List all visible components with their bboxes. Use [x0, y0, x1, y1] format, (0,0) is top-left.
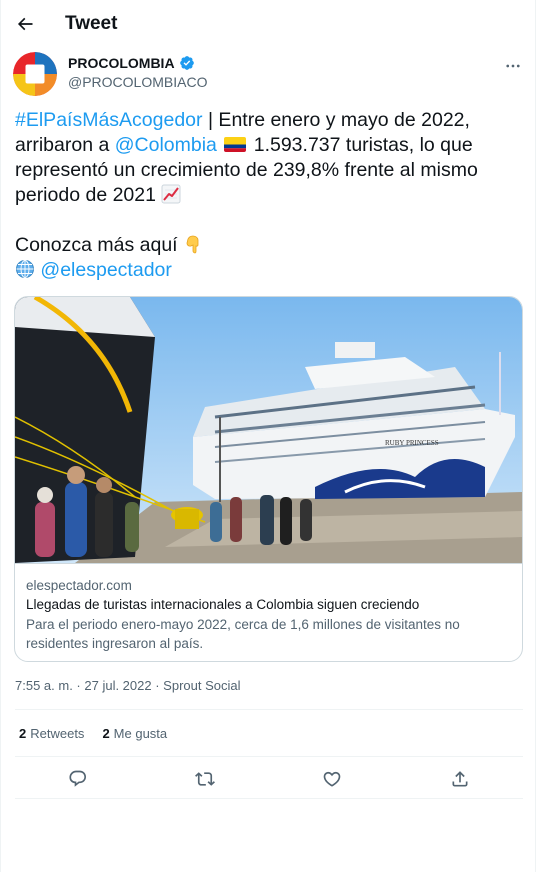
tweet-text-part: Conozca más aquí	[15, 234, 184, 256]
tweet-time[interactable]: 7:55 a. m.	[15, 678, 73, 693]
colombia-flag-icon	[224, 137, 247, 152]
elespectador-link[interactable]: @elespectador	[40, 259, 171, 281]
card-body: elespectador.com Llegadas de turistas in…	[15, 563, 522, 661]
action-bar	[15, 762, 523, 796]
card-domain: elespectador.com	[26, 578, 132, 593]
mention-link[interactable]: @Colombia	[115, 134, 217, 156]
author-name-row: PROCOLOMBIA	[68, 55, 195, 71]
retweets-stat[interactable]: 2 Retweets	[19, 726, 84, 741]
pointing-down-icon	[186, 235, 199, 254]
divider	[15, 709, 523, 710]
reply-icon	[69, 770, 87, 787]
share-icon	[452, 771, 468, 787]
share-button[interactable]	[448, 767, 472, 791]
meta-separator: ·	[151, 678, 164, 693]
more-button[interactable]	[503, 56, 523, 76]
likes-count: 2	[102, 726, 110, 741]
tweet-page: Tweet PROCOLOMBIA @PROCOLOMBIACO #ElPaís…	[0, 0, 536, 872]
verified-badge-icon	[179, 56, 194, 70]
author-name[interactable]: PROCOLOMBIA	[68, 55, 175, 71]
meta-separator: ·	[72, 678, 85, 693]
ship-name: RUBY PRINCESS	[385, 439, 439, 447]
heart-icon	[323, 771, 341, 787]
reply-button[interactable]	[66, 767, 90, 791]
tweet-metadata: 7:55 a. m. · 27 jul. 2022 · Sprout Socia…	[15, 678, 241, 693]
card-image: RUBY PRINCESS	[15, 297, 522, 563]
page-title: Tweet	[65, 13, 118, 34]
retweet-button[interactable]	[193, 767, 217, 791]
author-handle[interactable]: @PROCOLOMBIACO	[68, 74, 207, 90]
likes-label: Me gusta	[113, 726, 168, 741]
like-button[interactable]	[320, 767, 344, 791]
retweets-label: Retweets	[30, 726, 85, 741]
hashtag-link[interactable]: #ElPaísMásAcogedor	[15, 109, 203, 131]
divider	[15, 756, 523, 757]
tweet-text: #ElPaísMásAcogedor | Entre enero y mayo …	[15, 108, 523, 283]
avatar[interactable]	[13, 52, 57, 96]
arrow-left-icon	[17, 17, 33, 31]
back-button[interactable]	[13, 12, 37, 36]
tweet-stats: 2 Retweets 2 Me gusta	[19, 726, 167, 741]
chart-increasing-icon	[161, 184, 181, 204]
header: Tweet	[1, 0, 537, 50]
tweet-source[interactable]: Sprout Social	[163, 678, 240, 693]
retweets-count: 2	[19, 726, 27, 741]
divider	[15, 798, 523, 799]
tweet-date[interactable]: 27 jul. 2022	[84, 678, 151, 693]
likes-stat[interactable]: 2 Me gusta	[102, 726, 167, 741]
card-title: Llegadas de turistas internacionales a C…	[26, 597, 420, 612]
tweet-author: PROCOLOMBIA @PROCOLOMBIACO	[13, 50, 525, 98]
globe-icon	[16, 260, 34, 278]
more-icon	[506, 64, 520, 68]
retweet-icon	[195, 772, 215, 786]
card-description: Para el periodo enero-mayo 2022, cerca d…	[26, 617, 460, 651]
link-card[interactable]: RUBY PRINCESS elespectador.com Llegadas …	[14, 296, 523, 662]
